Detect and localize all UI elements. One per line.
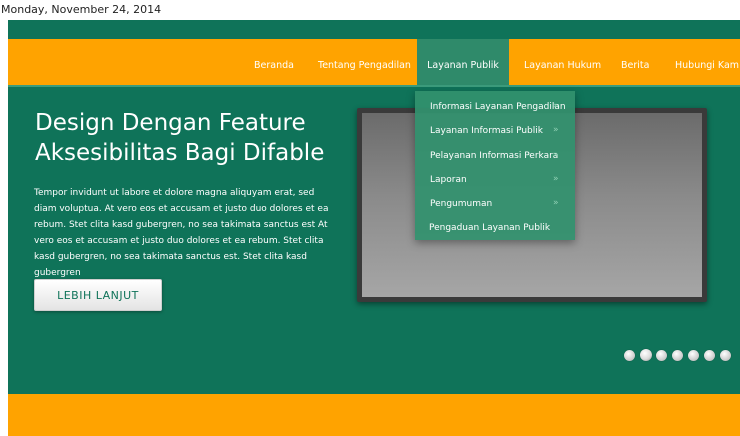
chevron-right-icon: » [553, 125, 559, 135]
dropdown-item-label: Pengumuman [430, 199, 493, 209]
chevron-right-icon: » [553, 198, 559, 208]
hero-title-line-2: Aksesibilitas Bagi Difable [35, 140, 325, 166]
nav-item-berita[interactable]: Berita [621, 39, 649, 85]
read-more-button[interactable]: LEBIH LANJUT [34, 279, 162, 311]
nav-item-hubungi-kami[interactable]: Hubungi Kami [675, 39, 740, 85]
chevron-right-icon: » [553, 174, 559, 184]
dropdown-item-label: Layanan Informasi Publik [430, 126, 543, 136]
slider-dot[interactable] [624, 350, 635, 361]
footer-band [8, 394, 740, 436]
slider-dot[interactable] [640, 349, 652, 361]
dropdown-item-pelayanan-informasi-perkara[interactable]: Pelayanan Informasi Perkara » [415, 145, 575, 169]
hero-description: Tempor invidunt ut labore et dolore magn… [34, 188, 329, 278]
hero-title: Design Dengan Feature Aksesibilitas Bagi… [35, 108, 355, 168]
chevron-right-icon: » [553, 150, 559, 160]
hero-banner: Design Dengan Feature Aksesibilitas Bagi… [8, 85, 740, 394]
dropdown-item-label: Laporan [430, 175, 467, 185]
slider-dot[interactable] [688, 350, 699, 361]
nav-item-layanan-hukum[interactable]: Layanan Hukum [524, 39, 601, 85]
slider-dot[interactable] [656, 350, 667, 361]
nav-item-layanan-publik[interactable]: Layanan Publik [417, 39, 509, 85]
dropdown-item-label: Pelayanan Informasi Perkara [430, 151, 559, 161]
current-date: Monday, November 24, 2014 [1, 3, 162, 16]
chevron-right-icon: » [553, 101, 559, 111]
slider-dot[interactable] [720, 350, 731, 361]
dropdown-item-pengumuman[interactable]: Pengumuman » [415, 193, 575, 217]
dropdown-item-informasi-layanan-pengadilan[interactable]: Informasi Layanan Pengadilan » [415, 96, 575, 120]
layanan-publik-dropdown: Informasi Layanan Pengadilan » Layanan I… [415, 91, 575, 240]
nav-item-beranda[interactable]: Beranda [254, 39, 294, 85]
dropdown-item-pengaduan-layanan-publik[interactable]: Pengaduan Layanan Publik [415, 217, 575, 241]
dropdown-item-layanan-informasi-publik[interactable]: Layanan Informasi Publik » [415, 120, 575, 144]
dropdown-item-laporan[interactable]: Laporan » [415, 169, 575, 193]
slider-dot[interactable] [672, 350, 683, 361]
hero-title-line-1: Design Dengan Feature [35, 110, 306, 136]
dropdown-item-label: Pengaduan Layanan Publik [429, 223, 551, 233]
nav-item-tentang-pengadilan[interactable]: Tentang Pengadilan [318, 39, 411, 85]
top-strip [8, 20, 740, 39]
main-navigation: Beranda Tentang Pengadilan Layanan Publi… [8, 39, 740, 85]
slider-dot[interactable] [704, 350, 715, 361]
dropdown-item-label: Informasi Layanan Pengadilan [430, 102, 566, 112]
